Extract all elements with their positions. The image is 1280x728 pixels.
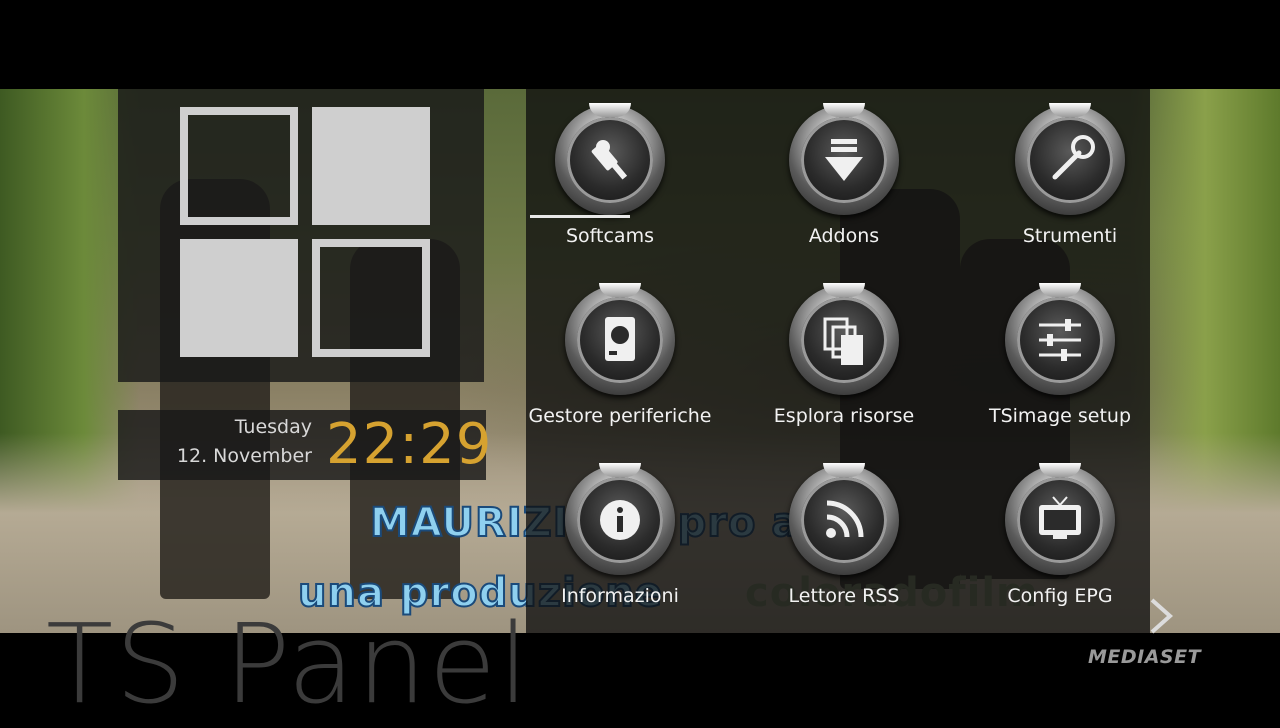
menu-item-label: Config EPG <box>1007 585 1113 607</box>
menu-item-softcams[interactable]: Softcams <box>500 89 720 269</box>
menu-item-label: Esplora risorse <box>773 405 915 427</box>
clock-date: 12. November <box>176 445 312 467</box>
clock-day: Tuesday <box>234 416 312 438</box>
logo-square-outline <box>312 239 430 357</box>
menu-panel: Softcams Addons Strumenti Gestore perife… <box>526 89 1150 633</box>
selection-underline <box>530 215 630 218</box>
menu-item-label: Strumenti <box>1022 225 1118 247</box>
rss-icon <box>789 463 899 575</box>
clock-panel: Tuesday 12. November 22:29 <box>118 410 491 480</box>
hard-disk-icon <box>565 283 675 395</box>
chevron-right-icon[interactable] <box>1148 596 1174 636</box>
download-arrow-icon <box>789 103 899 215</box>
logo-square-outline <box>180 107 298 225</box>
menu-item-label: Softcams <box>566 225 654 247</box>
channel-logo: MEDIASET <box>1088 646 1202 668</box>
menu-item-addons[interactable]: Addons <box>734 89 954 269</box>
files-icon <box>789 283 899 395</box>
menu-item-label: TSimage setup <box>988 405 1132 427</box>
logo-square-solid <box>312 107 430 225</box>
menu-item-label: Gestore periferiche <box>528 405 712 427</box>
logo-square-solid <box>180 239 298 357</box>
menu-item-informazioni[interactable]: Informazioni <box>510 449 730 629</box>
menu-item-tsimage-setup[interactable]: TSimage setup <box>950 269 1170 449</box>
menu-item-config-epg[interactable]: Config EPG <box>950 449 1170 629</box>
logo-panel <box>118 89 484 382</box>
menu-item-label: Informazioni <box>561 585 679 607</box>
info-icon <box>565 463 675 575</box>
menu-item-esplora-risorse[interactable]: Esplora risorse <box>734 269 954 449</box>
clock-time: 22:29 <box>326 412 493 477</box>
panel-title: TS Panel <box>46 600 531 728</box>
tv-icon <box>1005 463 1115 575</box>
menu-item-label: Lettore RSS <box>788 585 900 607</box>
wrench-icon <box>1015 103 1125 215</box>
softcam-icon <box>555 103 665 215</box>
menu-item-label: Addons <box>808 225 880 247</box>
menu-item-lettore-rss[interactable]: Lettore RSS <box>734 449 954 629</box>
menu-item-gestore-periferiche[interactable]: Gestore periferiche <box>510 269 730 449</box>
menu-item-strumenti[interactable]: Strumenti <box>960 89 1180 269</box>
sliders-icon <box>1005 283 1115 395</box>
